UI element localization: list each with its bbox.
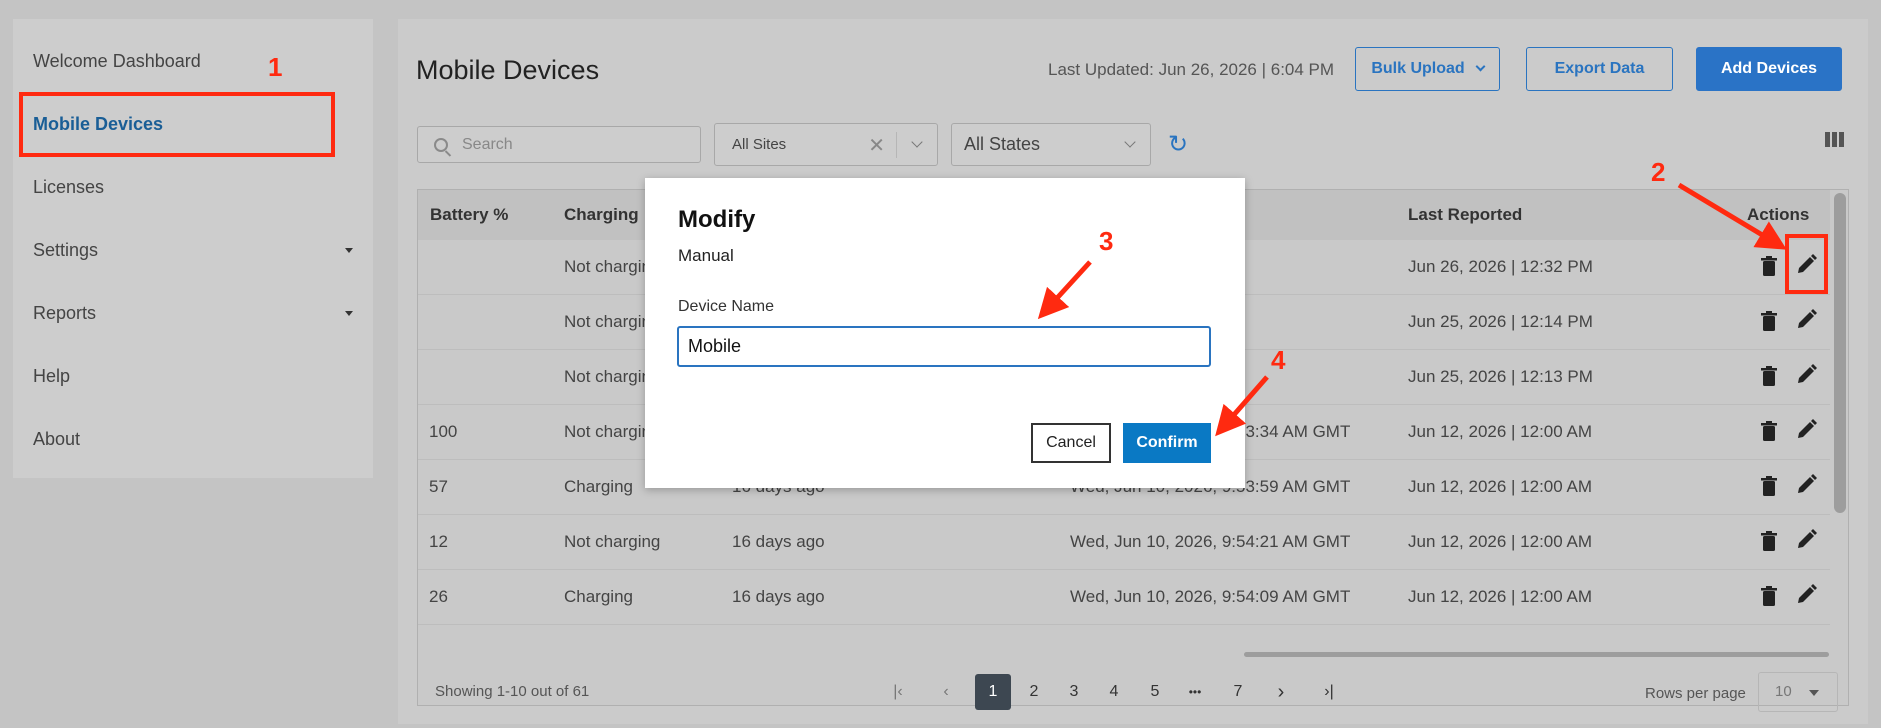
- annotation-arrow-4: [1215, 375, 1269, 437]
- annotation-arrows: [1037, 182, 1787, 437]
- annotation-arrow-3: [1037, 260, 1092, 320]
- annotation-arrow-2: [1677, 182, 1787, 250]
